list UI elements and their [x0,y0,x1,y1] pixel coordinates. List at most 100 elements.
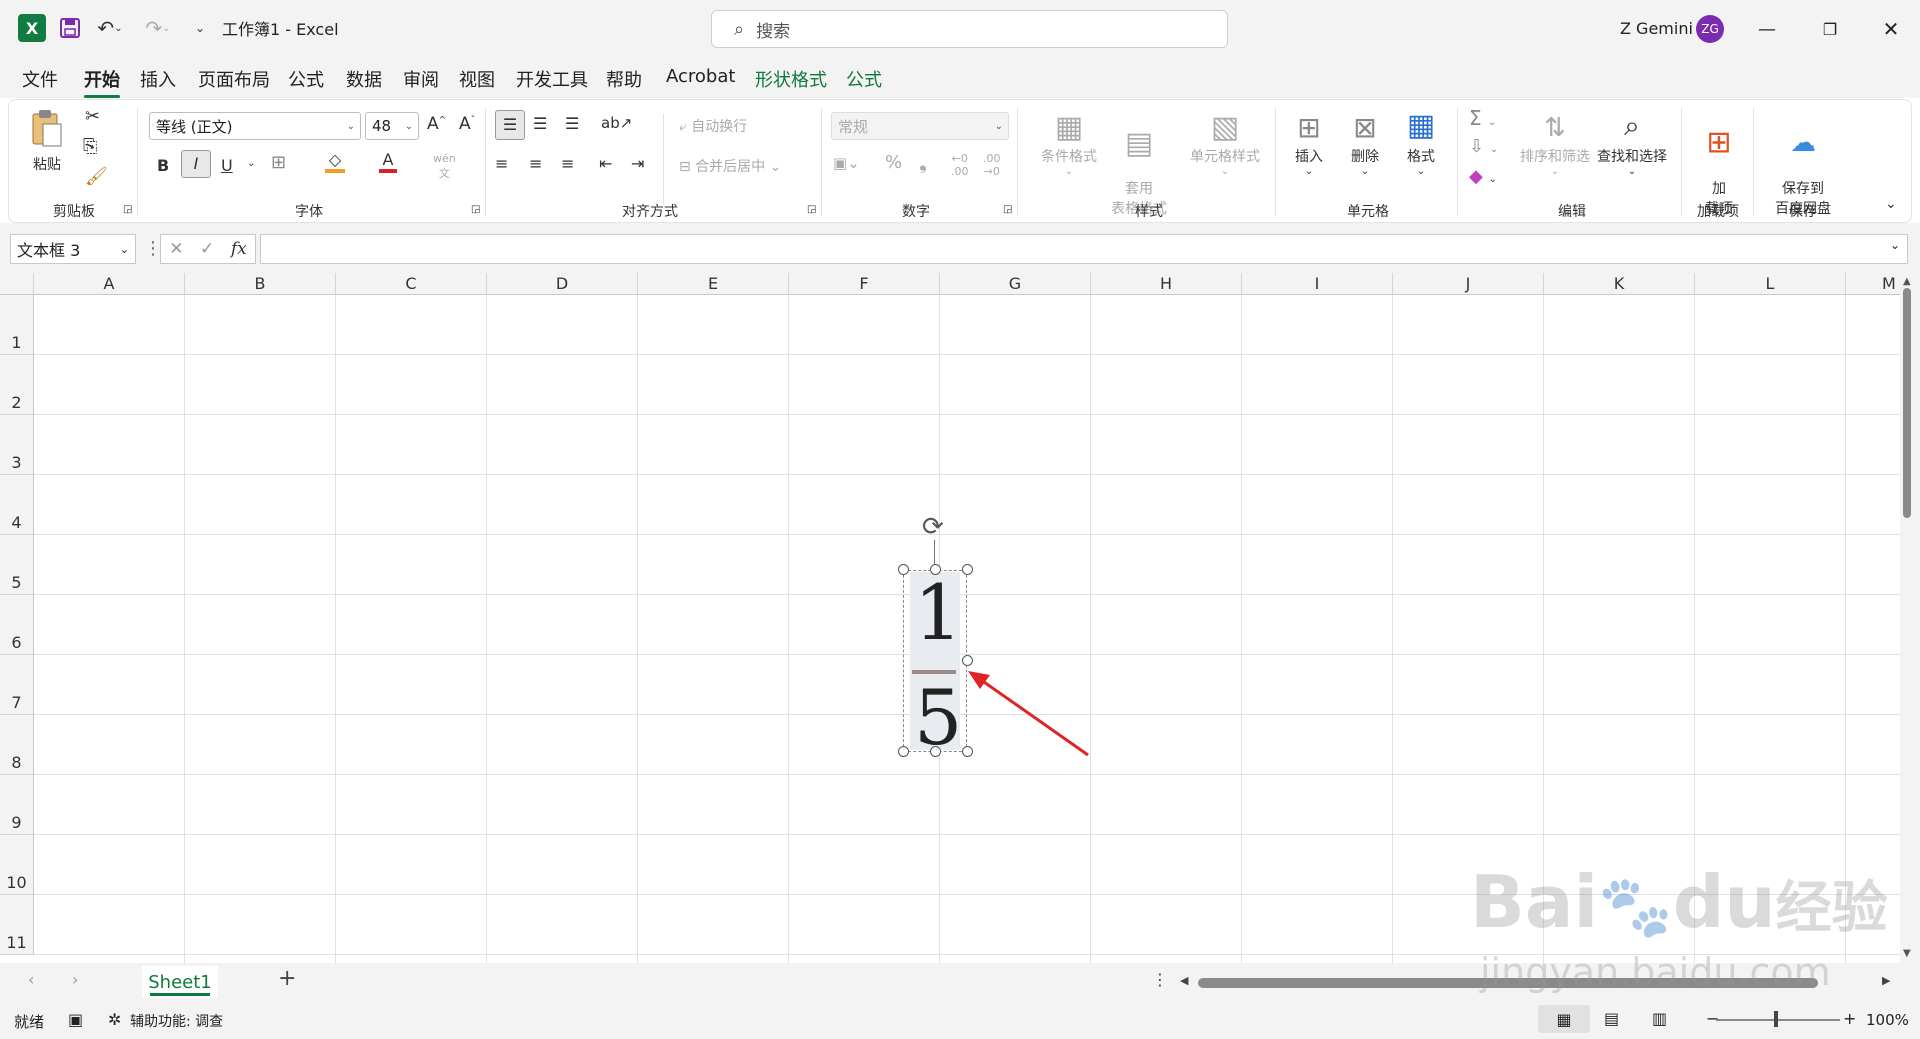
normal-view-icon[interactable]: ▦ [1538,1005,1590,1033]
row-header[interactable]: 8 [0,715,34,775]
decrease-decimal-icon[interactable]: .00 →0 [983,152,1001,178]
search-box[interactable]: ⌕ 搜索 [711,10,1228,48]
tab-home[interactable]: 开始 [84,66,120,98]
column-header[interactable]: I [1242,273,1393,295]
autosum-icon[interactable]: Σ ⌄ [1469,106,1496,130]
rotate-handle-icon[interactable]: ⟳ [922,512,944,542]
vertical-scroll-thumb[interactable] [1903,288,1911,518]
undo-icon[interactable]: ↶ ⌄ [92,16,128,40]
wrap-text-button[interactable]: ⤶ 自动换行 [679,116,747,136]
align-left-icon[interactable]: ≡ [495,154,508,173]
accounting-icon[interactable]: ▣⌄ [833,154,860,172]
redo-icon[interactable]: ↷ ⌄ [140,16,176,40]
column-header[interactable]: J [1393,273,1544,295]
expand-formula-icon[interactable]: ⌄ [1890,238,1900,252]
customize-qat-icon[interactable]: ⌄ [190,16,210,40]
row-header[interactable]: 11 [0,895,34,955]
grow-font-icon[interactable]: A^ [427,114,446,134]
tab-equation[interactable]: 公式 [846,66,882,92]
tab-shape-format[interactable]: 形状格式 [755,66,827,92]
insert-cells-button[interactable]: ⊞ 插入 ⌄ [1283,110,1335,177]
font-name-combo[interactable]: 等线 (正文) ⌄ [149,112,361,140]
add-sheet-button[interactable]: + [278,966,296,991]
tab-developer[interactable]: 开发工具 [516,66,588,92]
tab-review[interactable]: 审阅 [403,66,439,92]
accessibility-status[interactable]: 辅助功能: 调查 [130,1011,223,1031]
tab-formulas[interactable]: 公式 [288,66,324,92]
fraction-denominator[interactable]: 5 [914,680,962,756]
page-break-view-icon[interactable]: ▥ [1652,1009,1667,1028]
dialog-launcher-icon[interactable]: ◲ [123,204,132,215]
more-options-icon[interactable]: ⋮ [1152,970,1168,989]
column-header[interactable]: H [1091,273,1242,295]
shrink-font-icon[interactable]: Aˇ [459,114,475,134]
tab-page-layout[interactable]: 页面布局 [198,66,270,92]
zoom-slider-thumb[interactable] [1774,1011,1778,1027]
user-name[interactable]: Z Gemini [1620,16,1693,40]
dialog-launcher-icon[interactable]: ◲ [471,204,480,215]
row-header[interactable]: 1 [0,295,34,355]
decrease-indent-icon[interactable]: ⇤ [599,154,612,173]
select-all-corner[interactable] [0,273,34,295]
dialog-launcher-icon[interactable]: ◲ [807,204,816,215]
column-header[interactable]: M [1846,273,1900,295]
tab-data[interactable]: 数据 [346,66,382,92]
delete-cells-button[interactable]: ⊠ 删除 ⌄ [1339,110,1391,177]
tab-insert[interactable]: 插入 [140,66,176,92]
resize-handle[interactable] [898,564,909,575]
borders-icon[interactable]: ⊞ [271,152,286,173]
scroll-right-icon[interactable]: ▶ [1882,974,1890,987]
row-header[interactable]: 6 [0,595,34,655]
tab-file[interactable]: 文件 [22,66,58,92]
align-bottom-icon[interactable]: ☰ [565,114,579,133]
cancel-icon[interactable]: ✕ [169,239,183,259]
orientation-icon[interactable]: ab↗ [601,114,632,132]
copy-icon[interactable]: ⎘ [83,136,97,157]
scroll-down-icon[interactable]: ▼ [1903,948,1911,959]
tab-help[interactable]: 帮助 [606,66,642,92]
zoom-in-button[interactable]: + [1843,1009,1856,1028]
column-header[interactable]: L [1695,273,1846,295]
increase-decimal-icon[interactable]: ←0.00 [951,152,969,178]
align-middle-icon[interactable]: ☰ [533,114,547,133]
resize-handle[interactable] [898,746,909,757]
fill-icon[interactable]: ⇩ ⌄ [1469,136,1498,157]
minimize-icon[interactable]: — [1752,14,1782,44]
conditional-format-button[interactable]: ▦ 条件格式 ⌄ [1027,110,1111,177]
row-header[interactable]: 9 [0,775,34,835]
row-header[interactable]: 3 [0,415,34,475]
number-format-combo[interactable]: 常规 ⌄ [831,112,1009,140]
close-icon[interactable]: ✕ [1876,14,1906,44]
column-header[interactable]: F [789,273,940,295]
chevron-down-icon[interactable]: ⌄ [247,158,255,169]
save-icon[interactable] [58,16,82,40]
find-select-button[interactable]: ⌕ 查找和选择 ⌄ [1589,106,1675,177]
restore-icon[interactable]: ❐ [1815,14,1845,44]
column-header[interactable]: D [487,273,638,295]
zoom-slider[interactable] [1716,1019,1840,1021]
fill-color-icon[interactable]: ◇ [325,150,345,173]
formula-input[interactable] [260,234,1908,264]
clear-icon[interactable]: ◆ ⌄ [1469,166,1497,187]
fraction-numerator[interactable]: 1 [914,575,962,651]
increase-indent-icon[interactable]: ⇥ [631,154,644,173]
tab-acrobat[interactable]: Acrobat [666,66,735,87]
format-cells-button[interactable]: ▦ 格式 ⌄ [1395,106,1447,177]
accessibility-icon[interactable]: ✲ [108,1010,121,1029]
cell-styles-button[interactable]: ▧ 单元格样式 ⌄ [1177,110,1273,177]
merge-center-button[interactable]: ⊟ 合并后居中 ⌄ [679,156,781,176]
align-top-icon[interactable]: ☰ [495,110,525,140]
column-header[interactable]: G [940,273,1091,295]
sheet-tab[interactable]: Sheet1 [142,966,218,998]
align-center-icon[interactable]: ≡ [529,154,542,173]
font-size-combo[interactable]: 48 ⌄ [365,112,419,140]
column-header[interactable]: K [1544,273,1695,295]
italic-button[interactable]: I [181,150,211,178]
resize-handle[interactable] [962,564,973,575]
paste-button[interactable]: 粘贴 [29,108,65,174]
column-header[interactable]: A [34,273,185,295]
underline-button[interactable]: U [221,156,233,175]
page-layout-view-icon[interactable]: ▤ [1604,1009,1619,1028]
column-header[interactable]: B [185,273,336,295]
column-header[interactable]: C [336,273,487,295]
